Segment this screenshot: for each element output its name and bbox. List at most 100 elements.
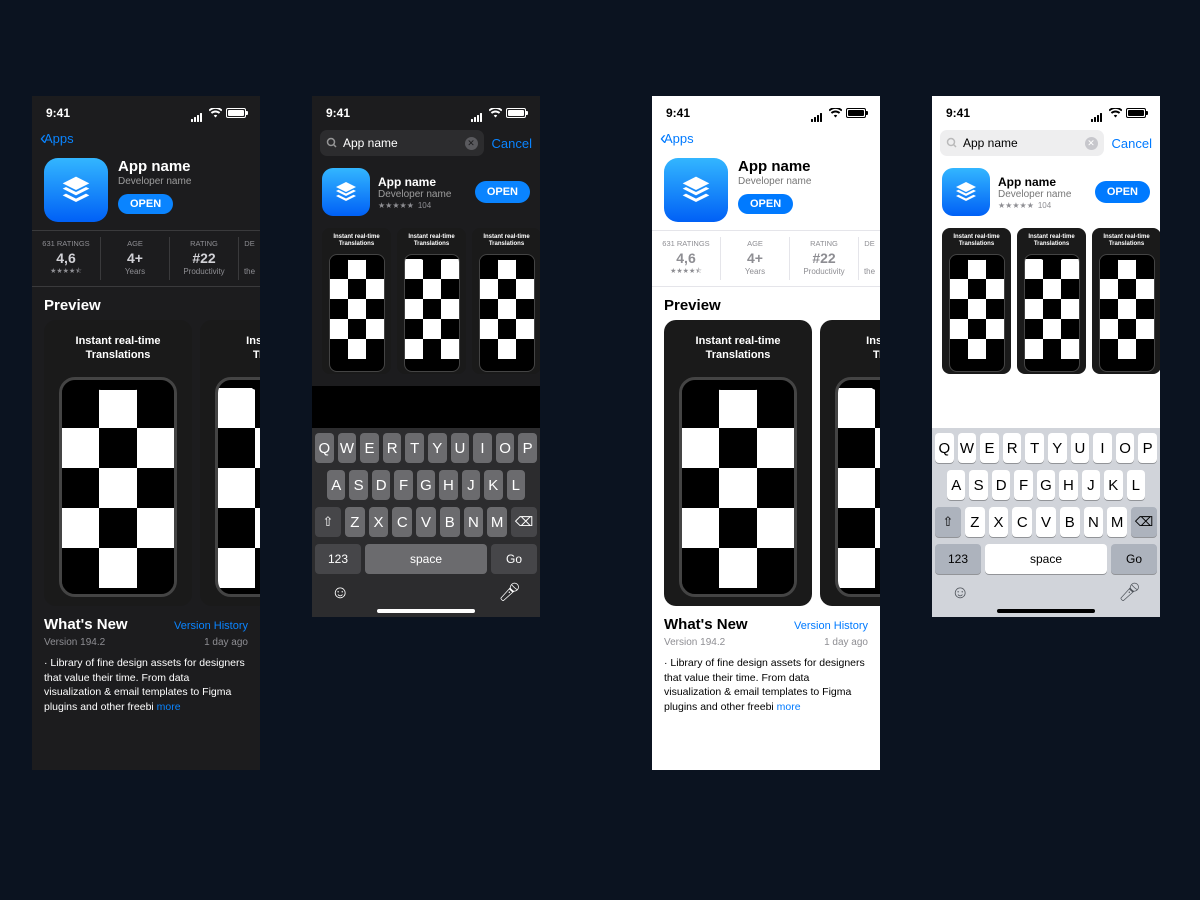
key-y[interactable]: Y <box>1048 433 1067 463</box>
app-icon[interactable] <box>664 158 728 222</box>
emoji-icon[interactable]: ☺ <box>331 582 349 603</box>
key-p[interactable]: P <box>518 433 537 463</box>
key-f[interactable]: F <box>1014 470 1032 500</box>
key-k[interactable]: K <box>1104 470 1122 500</box>
key-123[interactable]: 123 <box>935 544 981 574</box>
metrics-row[interactable]: 631 RATINGS 4,6 ★★★★⯪ AGE 4+ Years RATIN… <box>32 230 260 287</box>
keyboard.space[interactable]: space <box>985 544 1107 574</box>
key-r[interactable]: R <box>383 433 402 463</box>
clear-icon[interactable]: ✕ <box>1085 137 1098 150</box>
keyboard[interactable]: QWERTYUIOP ASDFGHJKL ⇧ZXCVBNM⌫ 123 space… <box>312 428 540 617</box>
open-button[interactable]: OPEN <box>118 194 173 214</box>
emoji-icon[interactable]: ☺ <box>951 582 969 603</box>
key-t[interactable]: T <box>405 433 424 463</box>
back-nav[interactable]: ‹ Apps <box>32 126 260 150</box>
more-link[interactable]: more <box>157 701 181 713</box>
key-u[interactable]: U <box>451 433 470 463</box>
preview-card[interactable]: Instant real-time Translations <box>322 228 391 374</box>
preview-scroll[interactable]: Instant real-time Translations Instant r… <box>652 320 880 606</box>
key-r[interactable]: R <box>1003 433 1022 463</box>
key-k[interactable]: K <box>484 470 502 500</box>
key-l[interactable]: L <box>1127 470 1145 500</box>
key-z[interactable]: Z <box>965 507 985 537</box>
key-q[interactable]: Q <box>315 433 334 463</box>
key-c[interactable]: C <box>1012 507 1032 537</box>
key-backspace[interactable]: ⌫ <box>511 507 537 537</box>
key-v[interactable]: V <box>416 507 436 537</box>
home-indicator[interactable] <box>997 609 1095 613</box>
key-w[interactable]: W <box>958 433 977 463</box>
key-e[interactable]: E <box>360 433 379 463</box>
key-go[interactable]: Go <box>1111 544 1157 574</box>
preview-scroll[interactable]: Instant real-time Translations Instant r… <box>32 320 260 606</box>
open-button[interactable]: OPEN <box>738 194 793 214</box>
key-h[interactable]: H <box>439 470 457 500</box>
key-e[interactable]: E <box>980 433 999 463</box>
more-link[interactable]: more <box>777 701 801 713</box>
key-p[interactable]: P <box>1138 433 1157 463</box>
preview-card[interactable]: Instant real-time Translations <box>1017 228 1086 374</box>
version-history-link[interactable]: Version History <box>794 620 868 632</box>
key-go[interactable]: Go <box>491 544 537 574</box>
open-button[interactable]: OPEN <box>1095 181 1150 203</box>
key-w[interactable]: W <box>338 433 357 463</box>
preview-card[interactable]: Instant real-time Translations <box>942 228 1011 374</box>
search-field[interactable]: App name ✕ <box>320 130 484 156</box>
preview-card[interactable]: Instant real-time Translations <box>664 320 812 606</box>
back-nav[interactable]: ‹ Apps <box>652 126 880 150</box>
key-o[interactable]: O <box>1116 433 1135 463</box>
key-shift[interactable]: ⇧ <box>935 507 961 537</box>
key-x[interactable]: X <box>989 507 1009 537</box>
key-123[interactable]: 123 <box>315 544 361 574</box>
key-v[interactable]: V <box>1036 507 1056 537</box>
key-u[interactable]: U <box>1071 433 1090 463</box>
key-g[interactable]: G <box>1037 470 1055 500</box>
key-a[interactable]: A <box>327 470 345 500</box>
key-j[interactable]: J <box>1082 470 1100 500</box>
preview-card[interactable]: Instant real-time Translations <box>1092 228 1160 374</box>
key-b[interactable]: B <box>1060 507 1080 537</box>
app-icon[interactable] <box>942 168 990 216</box>
key-q[interactable]: Q <box>935 433 954 463</box>
developer-name[interactable]: Developer name <box>738 176 868 187</box>
metrics-row[interactable]: 631 RATINGS 4,6 ★★★★⯪ AGE 4+ Years RATIN… <box>652 230 880 287</box>
key-b[interactable]: B <box>440 507 460 537</box>
preview-scroll[interactable]: Instant real-time Translations Instant r… <box>932 224 1160 386</box>
key-c[interactable]: C <box>392 507 412 537</box>
preview-scroll[interactable]: Instant real-time Translations Instant r… <box>312 224 540 386</box>
key-n[interactable]: N <box>464 507 484 537</box>
clear-icon[interactable]: ✕ <box>465 137 478 150</box>
key-g[interactable]: G <box>417 470 435 500</box>
preview-card[interactable]: Instant real-time Translations <box>44 320 192 606</box>
key-d[interactable]: D <box>992 470 1010 500</box>
key-m[interactable]: M <box>1107 507 1127 537</box>
key-j[interactable]: J <box>462 470 480 500</box>
app-icon[interactable] <box>44 158 108 222</box>
open-button[interactable]: OPEN <box>475 181 530 203</box>
mic-icon[interactable]: 🎤︎ <box>1118 582 1141 603</box>
preview-card[interactable]: Instant real-time Translations <box>472 228 540 374</box>
key-backspace[interactable]: ⌫ <box>1131 507 1157 537</box>
key-a[interactable]: A <box>947 470 965 500</box>
cancel-button[interactable]: Cancel <box>492 136 532 151</box>
key-h[interactable]: H <box>1059 470 1077 500</box>
key-d[interactable]: D <box>372 470 390 500</box>
developer-name[interactable]: Developer name <box>118 176 248 187</box>
search-field[interactable]: App name ✕ <box>940 130 1104 156</box>
key-s[interactable]: S <box>969 470 987 500</box>
key-s[interactable]: S <box>349 470 367 500</box>
keyboard[interactable]: QWERTYUIOP ASDFGHJKL ⇧ZXCVBNM⌫ 123 space… <box>932 428 1160 617</box>
mic-icon[interactable]: 🎤︎ <box>498 582 521 603</box>
key-t[interactable]: T <box>1025 433 1044 463</box>
key-o[interactable]: O <box>496 433 515 463</box>
key-i[interactable]: I <box>473 433 492 463</box>
key-m[interactable]: M <box>487 507 507 537</box>
preview-card[interactable]: Instant rea Translat <box>820 320 880 606</box>
key-x[interactable]: X <box>369 507 389 537</box>
preview-card[interactable]: Instant rea Translat <box>200 320 260 606</box>
key-i[interactable]: I <box>1093 433 1112 463</box>
home-indicator[interactable] <box>377 609 475 613</box>
key-y[interactable]: Y <box>428 433 447 463</box>
key-l[interactable]: L <box>507 470 525 500</box>
version-history-link[interactable]: Version History <box>174 620 248 632</box>
